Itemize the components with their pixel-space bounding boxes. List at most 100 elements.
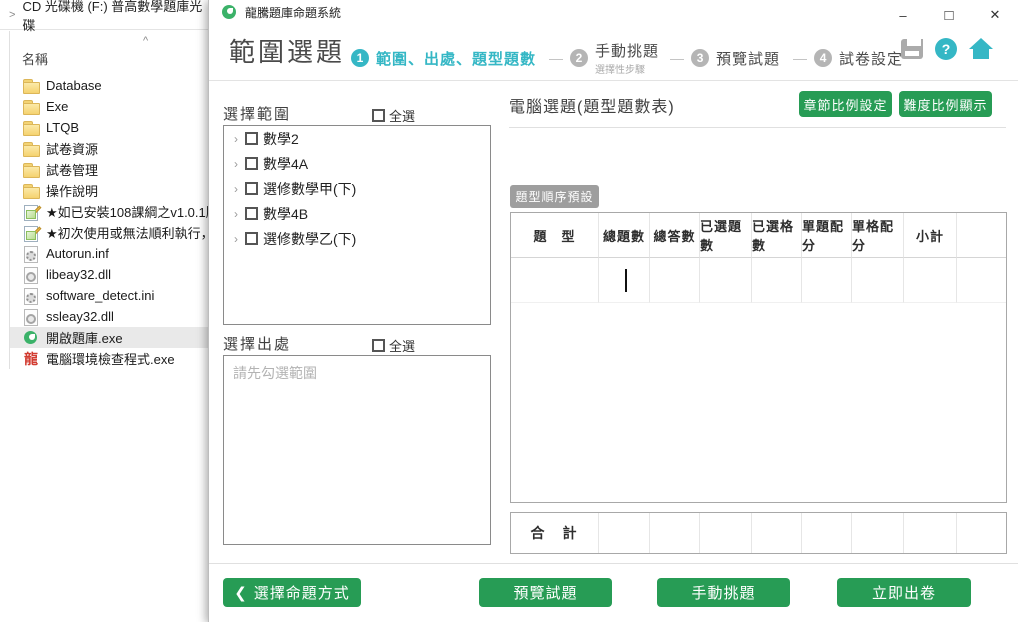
generate-exam-button[interactable]: 立即出卷 <box>837 578 971 607</box>
col-question-type: 題 型 <box>511 213 599 258</box>
config-file-icon <box>23 246 39 262</box>
step-4-circle: 4 <box>814 49 832 67</box>
step-4-label[interactable]: 試卷設定 <box>839 48 903 69</box>
text-document-icon <box>23 204 39 220</box>
explorer-address-row[interactable]: > CD 光碟機 (F:) 普高數學題庫光碟 <box>0 0 208 30</box>
step-3-circle: 3 <box>691 49 709 67</box>
sort-ascending-icon[interactable]: ^ <box>143 35 148 47</box>
source-select-all[interactable]: 全選 <box>372 336 415 355</box>
manual-pick-button[interactable]: 手動挑題 <box>657 578 790 607</box>
tree-item-checkbox[interactable] <box>245 157 258 170</box>
step-indicator: 1 範圍、出處、題型題數 — 2 手動挑題 選擇性步驟 — 3 預覽試題 — 4… <box>351 40 909 76</box>
step-2-subtitle: 選擇性步驟 <box>595 61 659 76</box>
step-1-circle: 1 <box>351 49 369 67</box>
app-header: 範圍選題 1 範圍、出處、題型題數 — 2 手動挑題 選擇性步驟 — 3 預覽試… <box>209 24 1018 80</box>
file-row[interactable]: 龍電腦環境檢查程式.exe <box>10 348 208 369</box>
chapter-ratio-button[interactable]: 章節比例設定 <box>799 91 892 117</box>
file-row[interactable]: LTQB <box>10 117 208 138</box>
file-row-selected[interactable]: 開啟題庫.exe <box>10 327 208 348</box>
file-row[interactable]: ssleay32.dll <box>10 306 208 327</box>
question-order-badge[interactable]: 題型順序預設 <box>510 185 599 208</box>
file-row[interactable]: Autorun.inf <box>10 243 208 264</box>
col-subtotal: 小計 <box>904 213 957 258</box>
preview-questions-button[interactable]: 預覽試題 <box>479 578 612 607</box>
total-answers-value <box>650 513 700 553</box>
col-empty <box>957 213 1006 258</box>
tree-item-checkbox[interactable] <box>245 132 258 145</box>
step-dash: — <box>549 50 563 66</box>
folder-icon <box>23 120 39 136</box>
dll-file-icon <box>23 267 39 283</box>
explorer-address[interactable]: CD 光碟機 (F:) 普高數學題庫光碟 <box>22 0 208 34</box>
cell-subtotal[interactable] <box>904 258 957 303</box>
chevron-left-icon: ❮ <box>234 585 248 602</box>
help-icon[interactable]: ? <box>935 38 957 60</box>
table-data-row[interactable] <box>511 258 1006 303</box>
col-points-per-blank: 單格配分 <box>852 213 904 258</box>
cell-total-answers[interactable] <box>650 258 700 303</box>
file-row[interactable]: ★如已安裝108課綱之v1.0.1版題 <box>10 201 208 222</box>
tree-item[interactable]: › 數學2 <box>224 126 490 151</box>
tree-item-checkbox[interactable] <box>245 232 258 245</box>
tree-item[interactable]: › 數學4A <box>224 151 490 176</box>
expand-chevron-icon[interactable]: › <box>229 232 243 246</box>
file-row[interactable]: software_detect.ini <box>10 285 208 306</box>
file-name: software_detect.ini <box>46 288 154 303</box>
file-list: Database Exe LTQB 試卷資源 試卷管理 操作說明 ★如已安裝10… <box>9 75 208 369</box>
file-row[interactable]: Exe <box>10 96 208 117</box>
range-tree: › 數學2 › 數學4A › 選修數學甲(下) › 數學4B › 選修數學乙(下… <box>223 125 491 325</box>
tree-item-label: 數學2 <box>263 129 299 149</box>
cell-selected-questions[interactable] <box>700 258 752 303</box>
file-name: Database <box>46 78 102 93</box>
select-all-checkbox[interactable] <box>372 339 385 352</box>
cell-selected-blanks[interactable] <box>752 258 802 303</box>
tree-item[interactable]: › 選修數學甲(下) <box>224 176 490 201</box>
file-name: Autorun.inf <box>46 246 109 261</box>
tree-item[interactable]: › 選修數學乙(下) <box>224 226 490 251</box>
expand-chevron-icon[interactable]: › <box>229 207 243 221</box>
tree-item-label: 數學4B <box>263 204 308 224</box>
tree-item-checkbox[interactable] <box>245 207 258 220</box>
name-column-header[interactable]: 名稱 <box>22 49 48 68</box>
total-selected-blanks-value <box>752 513 802 553</box>
file-row[interactable]: libeay32.dll <box>10 264 208 285</box>
back-to-method-button[interactable]: ❮ 選擇命題方式 <box>223 578 361 607</box>
expand-chevron-icon[interactable]: › <box>229 182 243 196</box>
file-row[interactable]: 試卷資源 <box>10 138 208 159</box>
file-row[interactable]: Database <box>10 75 208 96</box>
step-dash: — <box>793 50 807 66</box>
expand-chevron-icon[interactable]: › <box>229 157 243 171</box>
chevron-right-icon[interactable]: > <box>9 9 15 21</box>
cell-question-type[interactable] <box>511 258 599 303</box>
cell-total-questions[interactable] <box>599 258 650 303</box>
difficulty-ratio-button[interactable]: 難度比例顯示 <box>899 91 992 117</box>
file-name: libeay32.dll <box>46 267 111 282</box>
save-icon[interactable] <box>901 39 923 59</box>
tree-item-label: 數學4A <box>263 154 308 174</box>
text-caret <box>625 269 627 292</box>
range-select-all[interactable]: 全選 <box>372 106 415 125</box>
select-all-checkbox[interactable] <box>372 109 385 122</box>
footer-divider <box>209 563 1018 564</box>
source-list[interactable]: 請先勾選範圍 <box>223 355 491 545</box>
cell-points-per-blank[interactable] <box>852 258 904 303</box>
expand-chevron-icon[interactable]: › <box>229 132 243 146</box>
file-row[interactable]: ★初次使用或無法順利執行，請 <box>10 222 208 243</box>
file-name: ★如已安裝108課綱之v1.0.1版題 <box>46 202 208 221</box>
step-2-label[interactable]: 手動挑題 選擇性步驟 <box>595 40 659 76</box>
file-row[interactable]: 試卷管理 <box>10 159 208 180</box>
step-2-circle: 2 <box>570 49 588 67</box>
back-button-label: 選擇命題方式 <box>254 585 350 602</box>
tree-item-checkbox[interactable] <box>245 182 258 195</box>
totals-table: 合 計 <box>510 512 1007 554</box>
home-icon[interactable] <box>969 38 993 60</box>
tree-item-label: 選修數學乙(下) <box>263 229 356 249</box>
file-row[interactable]: 操作說明 <box>10 180 208 201</box>
step-1-label[interactable]: 範圍、出處、題型題數 <box>376 48 536 69</box>
tree-item[interactable]: › 數學4B <box>224 201 490 226</box>
step-3-label[interactable]: 預覽試題 <box>716 48 780 69</box>
app-title: 龍騰題庫命題系統 <box>245 4 341 21</box>
cell-points-per-question[interactable] <box>802 258 852 303</box>
col-selected-questions: 已選題數 <box>700 213 752 258</box>
folder-icon <box>23 99 39 115</box>
